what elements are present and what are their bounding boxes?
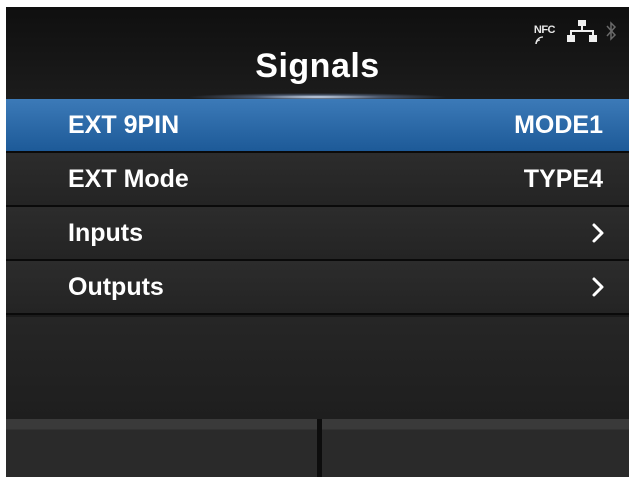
header: NFC Signals (6, 7, 629, 101)
lan-icon (567, 20, 597, 42)
menu-item-inputs[interactable]: Inputs (6, 207, 629, 261)
menu-item-value: MODE1 (514, 111, 603, 139)
menu-list: EXT 9PIN MODE1 EXT Mode TYPE4 Inputs Out… (6, 99, 629, 315)
menu-item-outputs[interactable]: Outputs (6, 261, 629, 315)
menu-item-label: Outputs (68, 273, 164, 301)
chevron-right-icon (592, 277, 604, 297)
nfc-icon: NFC (533, 24, 556, 48)
nfc-label: NFC (533, 24, 556, 36)
softkey-right-button[interactable] (322, 419, 629, 477)
menu-item-value: TYPE4 (523, 165, 603, 193)
menu-item-ext-9pin[interactable]: EXT 9PIN MODE1 (6, 99, 629, 153)
softkey-bar (6, 419, 629, 477)
empty-menu-area (6, 317, 629, 419)
bluetooth-icon (606, 21, 617, 41)
menu-item-label: EXT Mode (68, 165, 189, 193)
menu-item-label: Inputs (68, 219, 143, 247)
page-title: Signals (255, 47, 380, 85)
printer-display: NFC Signals EXT 9PIN MODE1 EXT Mode TYPE (6, 7, 629, 477)
chevron-right-icon (592, 223, 604, 243)
softkey-left-button[interactable] (6, 419, 317, 477)
menu-item-label: EXT 9PIN (68, 111, 180, 139)
menu-item-ext-mode[interactable]: EXT Mode TYPE4 (6, 153, 629, 207)
